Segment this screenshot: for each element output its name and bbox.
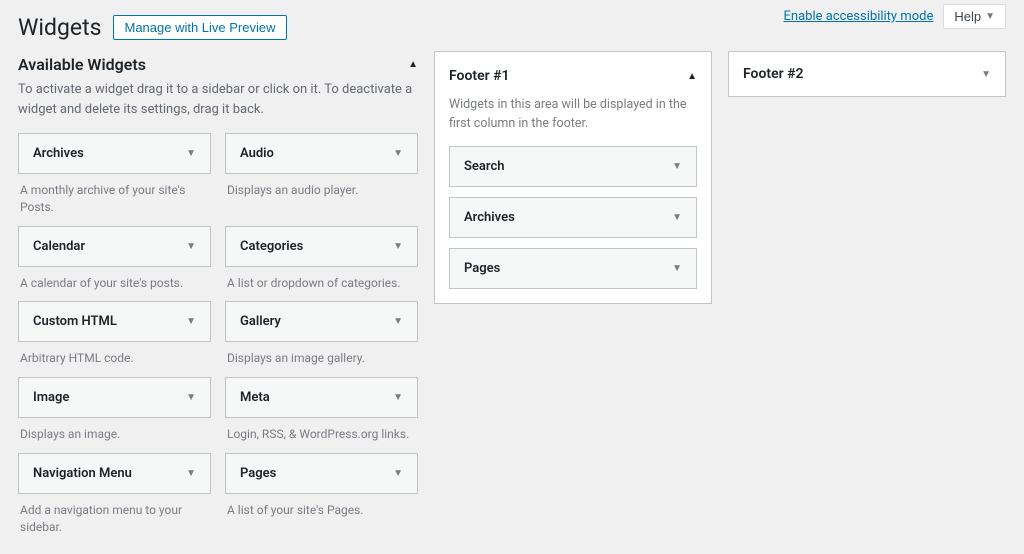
chevron-down-icon: ▼: [672, 263, 682, 274]
widget-name: Pages: [240, 466, 276, 481]
widget-name: Meta: [240, 390, 270, 405]
available-widgets-heading: Available Widgets: [18, 55, 146, 74]
available-widget-tile[interactable]: Archives ▼: [18, 133, 211, 174]
widget-desc: A monthly archive of your site's Posts.: [18, 174, 211, 216]
chevron-down-icon: ▼: [186, 392, 196, 403]
widget-name: Search: [464, 159, 505, 174]
widget-area-title: Footer #1: [449, 68, 510, 84]
available-widget-tile[interactable]: Gallery ▼: [225, 301, 418, 342]
widget-area-footer-2: Footer #2 ▼: [728, 51, 1006, 97]
page-title: Widgets: [18, 14, 101, 41]
available-widget-tile[interactable]: Pages ▼: [225, 453, 418, 494]
chevron-down-icon: ▼: [672, 212, 682, 223]
available-widget-tile[interactable]: Categories ▼: [225, 226, 418, 267]
widget-name: Archives: [464, 210, 515, 225]
placed-widget[interactable]: Pages ▼: [449, 248, 697, 289]
chevron-up-icon: ▲: [687, 71, 697, 82]
chevron-down-icon: ▼: [393, 392, 403, 403]
manage-live-preview-button[interactable]: Manage with Live Preview: [113, 15, 286, 40]
widget-desc: Login, RSS, & WordPress.org links.: [225, 418, 418, 443]
widget-desc: A list of your site's Pages.: [225, 494, 418, 519]
chevron-down-icon: ▼: [186, 468, 196, 479]
widget-desc: A calendar of your site's posts.: [18, 267, 211, 292]
chevron-down-icon: ▼: [985, 11, 995, 22]
available-widget-tile[interactable]: Audio ▼: [225, 133, 418, 174]
available-widget-tile[interactable]: Custom HTML ▼: [18, 301, 211, 342]
widget-desc: Displays an image.: [18, 418, 211, 443]
widget-area-footer-2-toggle[interactable]: Footer #2 ▼: [743, 66, 991, 82]
widget-name: Categories: [240, 239, 303, 254]
chevron-down-icon: ▼: [393, 316, 403, 327]
widget-desc: Arbitrary HTML code.: [18, 342, 211, 367]
widget-name: Image: [33, 390, 69, 405]
widget-desc: Displays an audio player.: [225, 174, 418, 199]
widget-name: Pages: [464, 261, 500, 276]
enable-accessibility-link[interactable]: Enable accessibility mode: [784, 9, 934, 24]
chevron-down-icon: ▼: [186, 241, 196, 252]
widget-area-footer-1: Footer #1 ▲ Widgets in this area will be…: [434, 51, 712, 304]
available-widget-tile[interactable]: Image ▼: [18, 377, 211, 418]
chevron-down-icon: ▼: [393, 468, 403, 479]
widget-name: Archives: [33, 146, 84, 161]
widget-name: Gallery: [240, 314, 281, 329]
available-widget-tile[interactable]: Calendar ▼: [18, 226, 211, 267]
chevron-down-icon: ▼: [186, 148, 196, 159]
widget-name: Custom HTML: [33, 314, 117, 329]
chevron-up-icon: ▲: [408, 59, 418, 70]
available-widgets-toggle[interactable]: Available Widgets ▲: [18, 51, 418, 80]
widget-name: Navigation Menu: [33, 466, 132, 481]
chevron-down-icon: ▼: [393, 241, 403, 252]
widget-desc: A list or dropdown of categories.: [225, 267, 418, 292]
available-widgets-desc: To activate a widget drag it to a sideba…: [18, 80, 418, 133]
chevron-down-icon: ▼: [981, 69, 991, 80]
available-widget-tile[interactable]: Meta ▼: [225, 377, 418, 418]
widget-area-footer-1-toggle[interactable]: Footer #1 ▲: [449, 66, 697, 88]
placed-widget[interactable]: Archives ▼: [449, 197, 697, 238]
placed-widget[interactable]: Search ▼: [449, 146, 697, 187]
chevron-down-icon: ▼: [672, 161, 682, 172]
help-button[interactable]: Help ▼: [943, 4, 1006, 29]
available-widget-tile[interactable]: Navigation Menu ▼: [18, 453, 211, 494]
chevron-down-icon: ▼: [393, 148, 403, 159]
widget-desc: Displays an image gallery.: [225, 342, 418, 367]
help-label: Help: [954, 9, 981, 24]
chevron-down-icon: ▼: [186, 316, 196, 327]
widget-area-desc: Widgets in this area will be displayed i…: [449, 88, 697, 146]
widget-area-title: Footer #2: [743, 66, 804, 82]
widget-name: Audio: [240, 146, 274, 161]
widget-name: Calendar: [33, 239, 85, 254]
